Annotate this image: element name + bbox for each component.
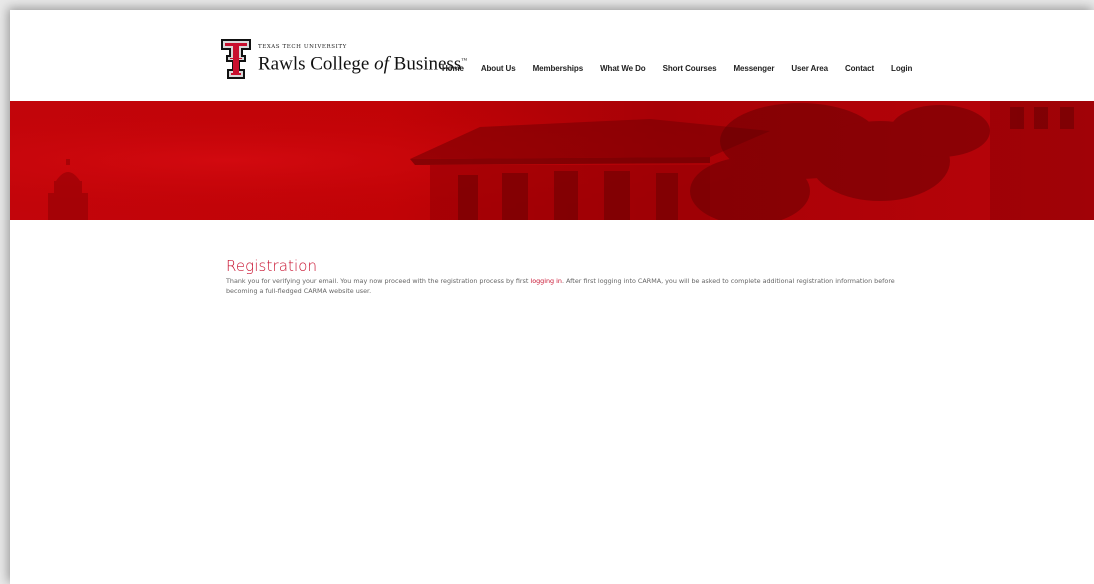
main-content: Registration Thank you for verifying you… [226,258,916,296]
logo-college-text: Rawls College of Business™ [258,53,468,75]
logging-in-link[interactable]: logging in [530,277,562,285]
site-logo[interactable]: TEXAS TECH UNIVERSITY Rawls College of B… [220,37,467,81]
nav-about-us[interactable]: About Us [481,64,516,73]
nav-memberships[interactable]: Memberships [533,64,584,73]
campus-building-image [10,101,1094,220]
nav-user-area[interactable]: User Area [791,64,828,73]
nav-messenger[interactable]: Messenger [733,64,774,73]
page-title: Registration [226,257,318,275]
double-t-logo-icon [221,39,251,79]
main-nav: Home About Us Memberships What We Do Sho… [442,61,929,75]
nav-short-courses[interactable]: Short Courses [663,64,717,73]
site-header: TEXAS TECH UNIVERSITY Rawls College of B… [10,10,1094,101]
nav-what-we-do[interactable]: What We Do [600,64,646,73]
logo-university-text: TEXAS TECH UNIVERSITY [258,43,347,50]
hero-banner [10,101,1094,220]
logo-wordmark: TEXAS TECH UNIVERSITY Rawls College of B… [258,44,467,74]
nav-login[interactable]: Login [891,64,912,73]
nav-contact[interactable]: Contact [845,64,874,73]
nav-home[interactable]: Home [442,64,464,73]
browser-frame: TEXAS TECH UNIVERSITY Rawls College of B… [10,10,1094,584]
registration-message: Thank you for verifying your email. You … [226,277,895,295]
